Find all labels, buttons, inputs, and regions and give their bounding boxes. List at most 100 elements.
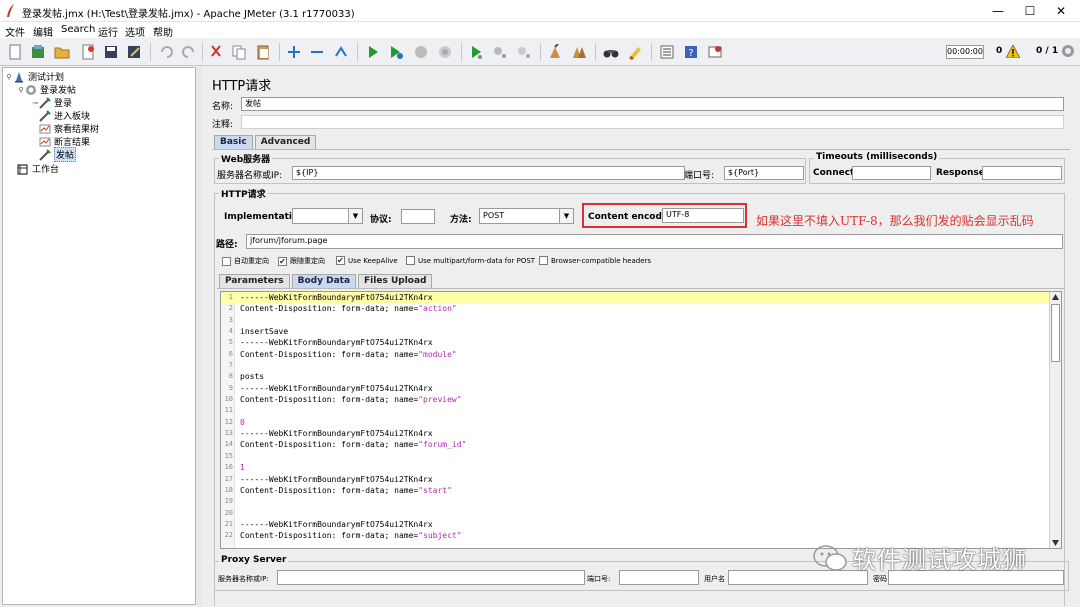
expand-toggle-icon[interactable]: ⚲ xyxy=(17,86,25,94)
tree-node-label: 察看结果树 xyxy=(54,125,100,135)
clear-all-icon[interactable] xyxy=(569,42,589,62)
expand-toggle-icon[interactable]: ⚲ xyxy=(5,73,13,81)
menu-help[interactable]: 帮助 xyxy=(153,24,173,39)
code-line: 10 Content-Disposition: form-data; name="… xyxy=(224,395,462,405)
close-icon[interactable] xyxy=(78,42,98,62)
save-as-icon[interactable] xyxy=(124,42,144,62)
gear-icon[interactable] xyxy=(1061,44,1075,58)
paste-icon[interactable] xyxy=(253,42,273,62)
menu-file[interactable]: 文件 xyxy=(5,24,25,39)
code-line: 14 Content-Disposition: form-data; name="… xyxy=(224,440,467,450)
keepalive-checkbox[interactable]: ✔ Use KeepAlive xyxy=(336,256,398,265)
method-value: POST xyxy=(483,211,505,220)
close-window-button[interactable]: ✕ xyxy=(1046,2,1076,20)
code-line: 2 Content-Disposition: form-data; name="a… xyxy=(228,304,457,314)
menu-edit[interactable]: 编辑 xyxy=(33,24,53,39)
tab-parameters[interactable]: Parameters xyxy=(219,274,290,288)
cut-icon[interactable] xyxy=(206,42,226,62)
maximize-button[interactable]: ☐ xyxy=(1015,2,1045,20)
tree-node-test-plan[interactable]: ⚲ 测试计划 xyxy=(5,70,64,83)
elapsed-timer: 00:00:00 xyxy=(946,45,984,59)
response-timeout-field[interactable] xyxy=(982,166,1062,180)
checkbox-box xyxy=(222,256,231,266)
menu-search[interactable]: Search xyxy=(61,24,95,35)
follow-redirect-checkbox[interactable]: ✔ 跟随重定向 xyxy=(278,256,325,266)
copy-icon[interactable] xyxy=(229,42,249,62)
server-field[interactable]: ${IP} xyxy=(292,166,685,180)
log-viewer-icon[interactable] xyxy=(705,42,725,62)
menu-options[interactable]: 选项 xyxy=(125,24,145,39)
expand-toggle-icon[interactable]: ⊸ xyxy=(31,99,39,107)
tree-node-thread-group[interactable]: ⚲ 登录发帖 xyxy=(17,83,76,96)
tree-node-workbench[interactable]: 工作台 xyxy=(17,162,59,175)
search-icon[interactable] xyxy=(601,42,621,62)
proxy-port-field[interactable] xyxy=(619,570,699,585)
watermark-text: 软件测试攻城狮 xyxy=(852,546,1027,574)
panel-splitter[interactable] xyxy=(196,67,202,605)
multipart-checkbox[interactable]: Use multipart/form-data for POST xyxy=(406,256,535,265)
undo-icon[interactable] xyxy=(156,42,176,62)
minimize-button[interactable]: — xyxy=(983,2,1013,20)
method-select[interactable]: POST ▼ xyxy=(479,208,574,224)
path-field[interactable]: jforum/jforum.page xyxy=(246,234,1063,249)
checkbox-label: Browser-compatible headers xyxy=(551,256,652,265)
name-label: 名称: xyxy=(212,102,234,112)
scroll-thumb[interactable] xyxy=(1051,304,1060,362)
help-icon[interactable]: ? xyxy=(681,42,701,62)
function-helper-icon[interactable] xyxy=(657,42,677,62)
reset-search-icon[interactable] xyxy=(625,42,645,62)
tab-advanced[interactable]: Advanced xyxy=(254,135,317,149)
sampler-icon xyxy=(39,96,51,109)
browser-headers-checkbox[interactable]: Browser-compatible headers xyxy=(539,256,651,265)
open-icon[interactable] xyxy=(52,42,72,62)
svg-text:?: ? xyxy=(688,48,693,59)
connect-timeout-field[interactable] xyxy=(852,166,931,180)
expand-icon[interactable] xyxy=(284,42,304,62)
tree-node-enter-forum[interactable]: 进入板块 xyxy=(39,109,90,122)
proxy-server-field[interactable] xyxy=(277,570,585,585)
code-line: 16 1 xyxy=(224,463,245,473)
comment-field[interactable] xyxy=(241,115,1064,129)
stop-icon[interactable] xyxy=(411,42,431,62)
body-data-editor[interactable]: 1 ------WebKitFormBoundarymFtO754ui2TKn4r… xyxy=(220,291,1062,549)
clear-icon[interactable] xyxy=(545,42,565,62)
shutdown-icon[interactable] xyxy=(435,42,455,62)
tab-body-data[interactable]: Body Data xyxy=(291,274,357,288)
warning-icon[interactable] xyxy=(1006,45,1020,58)
scroll-up-icon[interactable] xyxy=(1051,293,1060,301)
remote-shutdown-icon[interactable] xyxy=(514,42,534,62)
path-label: 路径: xyxy=(216,240,238,250)
code-line: 17 ------WebKitFormBoundarymFtO754ui2TKn4… xyxy=(224,474,433,484)
tree-node-view-results-tree[interactable]: 察看结果树 xyxy=(39,122,99,135)
scroll-down-icon[interactable] xyxy=(1051,539,1060,547)
remote-start-icon[interactable] xyxy=(466,42,486,62)
new-icon[interactable] xyxy=(5,42,25,62)
start-icon[interactable] xyxy=(363,42,383,62)
templates-icon[interactable] xyxy=(28,42,48,62)
tab-files-upload[interactable]: Files Upload xyxy=(358,274,433,288)
tree-node-login[interactable]: ⊸ 登录 xyxy=(31,96,72,109)
tree-node-post-thread[interactable]: 发帖 xyxy=(39,147,77,162)
editor-scrollbar[interactable] xyxy=(1049,292,1061,548)
listener-icon xyxy=(39,124,51,133)
redo-icon[interactable] xyxy=(179,42,199,62)
code-line: 7 xyxy=(228,361,233,370)
sampler-icon xyxy=(39,109,51,122)
thread-group-icon xyxy=(26,84,36,95)
tree-node-label: 工作台 xyxy=(32,165,60,175)
name-field[interactable]: 发帖 xyxy=(241,97,1064,111)
tab-basic[interactable]: Basic xyxy=(214,135,253,149)
auto-redirect-checkbox[interactable]: 自动重定向 xyxy=(222,256,269,266)
code-line: 20 xyxy=(224,508,233,517)
start-no-pause-icon[interactable] xyxy=(386,42,406,62)
save-icon[interactable] xyxy=(101,42,121,62)
protocol-field[interactable] xyxy=(401,209,435,224)
chevron-down-icon: ▼ xyxy=(348,209,362,223)
remote-stop-icon[interactable] xyxy=(490,42,510,62)
toggle-icon[interactable] xyxy=(331,42,351,62)
menu-run[interactable]: 运行 xyxy=(98,24,118,39)
collapse-icon[interactable] xyxy=(307,42,327,62)
checkbox-label: Use multipart/form-data for POST xyxy=(418,256,536,265)
port-field[interactable]: ${Port} xyxy=(724,166,804,180)
implementation-select[interactable]: ▼ xyxy=(292,208,363,224)
